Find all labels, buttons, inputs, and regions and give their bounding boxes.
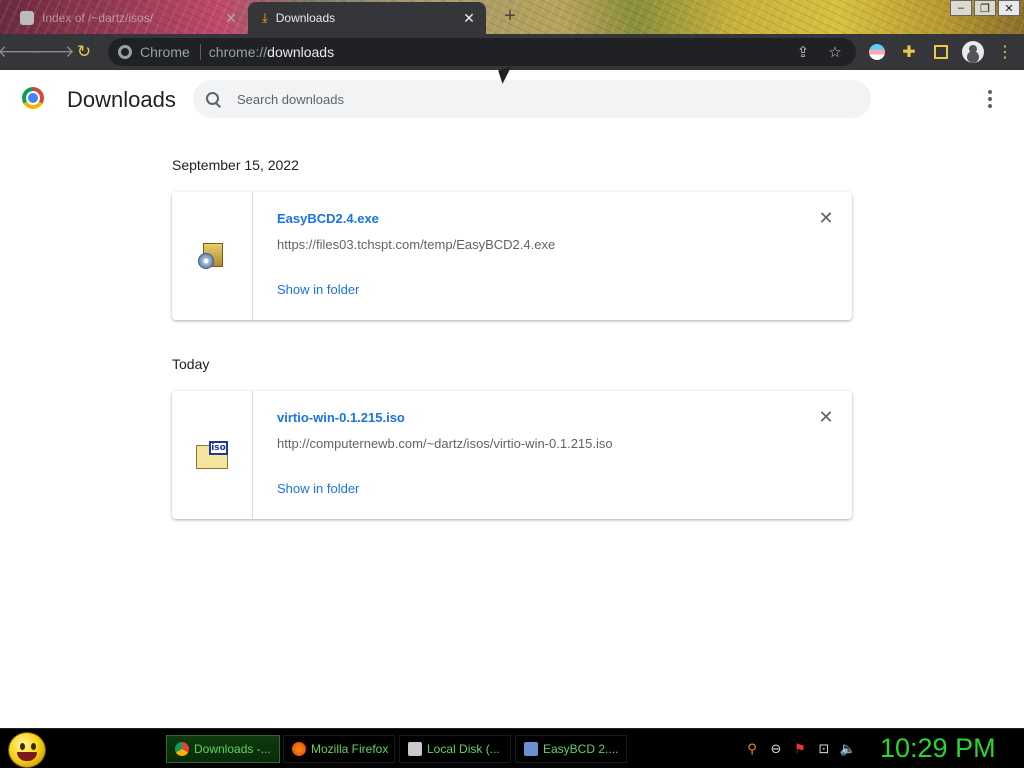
taskbar: Downloads -... Mozilla Firefox Local Dis…	[0, 728, 1024, 768]
window-close-button[interactable]: ✕	[998, 0, 1020, 16]
title-bar: Index of /~dartz/isos/ ✕ ⤓ Downloads ✕ +…	[0, 0, 1024, 34]
file-name-link[interactable]: EasyBCD2.4.exe	[277, 211, 379, 226]
file-url: https://files03.tchspt.com/temp/EasyBCD2…	[277, 237, 556, 252]
maximize-button[interactable]: ❐	[974, 0, 996, 16]
minimize-button[interactable]: –	[950, 0, 972, 16]
downloads-page: Downloads September 15, 2022 EasyBCD2.4.…	[0, 70, 1024, 728]
search-input[interactable]	[237, 91, 837, 107]
new-tab-button[interactable]: +	[500, 6, 520, 26]
search-bar[interactable]	[193, 80, 871, 118]
tab-index-of-isos[interactable]: Index of /~dartz/isos/ ✕	[8, 2, 248, 34]
side-panel-icon[interactable]	[930, 40, 952, 64]
taskbar-clock[interactable]: 10:29 PM	[880, 733, 996, 764]
file-name-link[interactable]: virtio-win-0.1.215.iso	[277, 410, 405, 425]
remove-icon[interactable]: ✕	[818, 408, 834, 426]
iso-file-icon: iso	[196, 441, 228, 469]
window-controls: – ❐ ✕	[950, 0, 1020, 16]
taskbar-item-local-disk[interactable]: Local Disk (...	[399, 735, 511, 763]
share-icon[interactable]: ⇪	[794, 42, 812, 62]
forward-button[interactable]: 🡒	[29, 40, 75, 64]
tab-title: Index of /~dartz/isos/	[42, 11, 154, 25]
exe-installer-icon	[197, 241, 227, 271]
chrome-icon	[175, 742, 189, 756]
action-center-flag-icon[interactable]: ⚑	[792, 741, 808, 757]
bookmark-star-icon[interactable]: ☆	[826, 42, 844, 62]
page-title: Downloads	[67, 87, 176, 112]
reload-button[interactable]: ↻	[72, 40, 96, 64]
file-url: http://computernewb.com/~dartz/isos/virt…	[277, 436, 613, 451]
download-icon: ⤓	[262, 10, 268, 25]
taskbar-item-easybcd[interactable]: EasyBCD 2....	[515, 735, 627, 763]
system-tray: ⚲ ⊖ ⚑ ⊡ 🔈	[744, 741, 856, 757]
search-tray-icon[interactable]: ⚲	[744, 741, 760, 757]
show-in-folder-link[interactable]: Show in folder	[277, 481, 359, 496]
download-item: iso virtio-win-0.1.215.iso http://comput…	[172, 391, 852, 519]
url-text: chrome://downloads	[208, 44, 335, 60]
easybcd-icon	[524, 742, 538, 756]
chrome-logo-icon	[22, 87, 44, 109]
more-actions-icon[interactable]	[982, 90, 998, 108]
folder-icon	[20, 11, 34, 25]
date-heading: September 15, 2022	[172, 157, 299, 173]
network-icon[interactable]: ⊡	[816, 741, 832, 757]
tab-title: Downloads	[275, 11, 336, 25]
file-icon-cell: iso	[172, 391, 253, 519]
chrome-icon	[118, 45, 132, 59]
drive-icon	[408, 742, 422, 756]
avatar[interactable]	[962, 40, 984, 64]
browser-toolbar: 🡐 🡒 ↻ Chrome chrome://downloads ⇪ ☆ ✚ ⋮	[0, 34, 1024, 70]
site-chip[interactable]: Chrome	[108, 44, 190, 60]
close-icon[interactable]: ✕	[462, 10, 476, 26]
taskbar-item-firefox[interactable]: Mozilla Firefox	[283, 735, 395, 763]
start-button-smiley-icon[interactable]	[8, 732, 46, 768]
address-bar[interactable]: Chrome chrome://downloads ⇪ ☆	[108, 38, 856, 66]
file-icon-cell	[172, 192, 253, 320]
show-in-folder-link[interactable]: Show in folder	[277, 282, 359, 297]
messenger-icon[interactable]: ⊖	[768, 741, 784, 757]
firefox-icon	[292, 742, 306, 756]
menu-kebab-icon[interactable]: ⋮	[994, 40, 1016, 64]
volume-icon[interactable]: 🔈	[840, 741, 856, 757]
search-icon	[205, 91, 221, 107]
profile-flag-icon[interactable]	[866, 40, 888, 64]
remove-icon[interactable]: ✕	[818, 209, 834, 227]
close-icon[interactable]: ✕	[224, 10, 238, 26]
extensions-icon[interactable]: ✚	[898, 40, 920, 64]
tab-downloads[interactable]: ⤓ Downloads ✕	[248, 2, 486, 34]
download-item: EasyBCD2.4.exe https://files03.tchspt.co…	[172, 192, 852, 320]
date-heading: Today	[172, 356, 210, 372]
taskbar-item-downloads[interactable]: Downloads -...	[166, 735, 280, 763]
